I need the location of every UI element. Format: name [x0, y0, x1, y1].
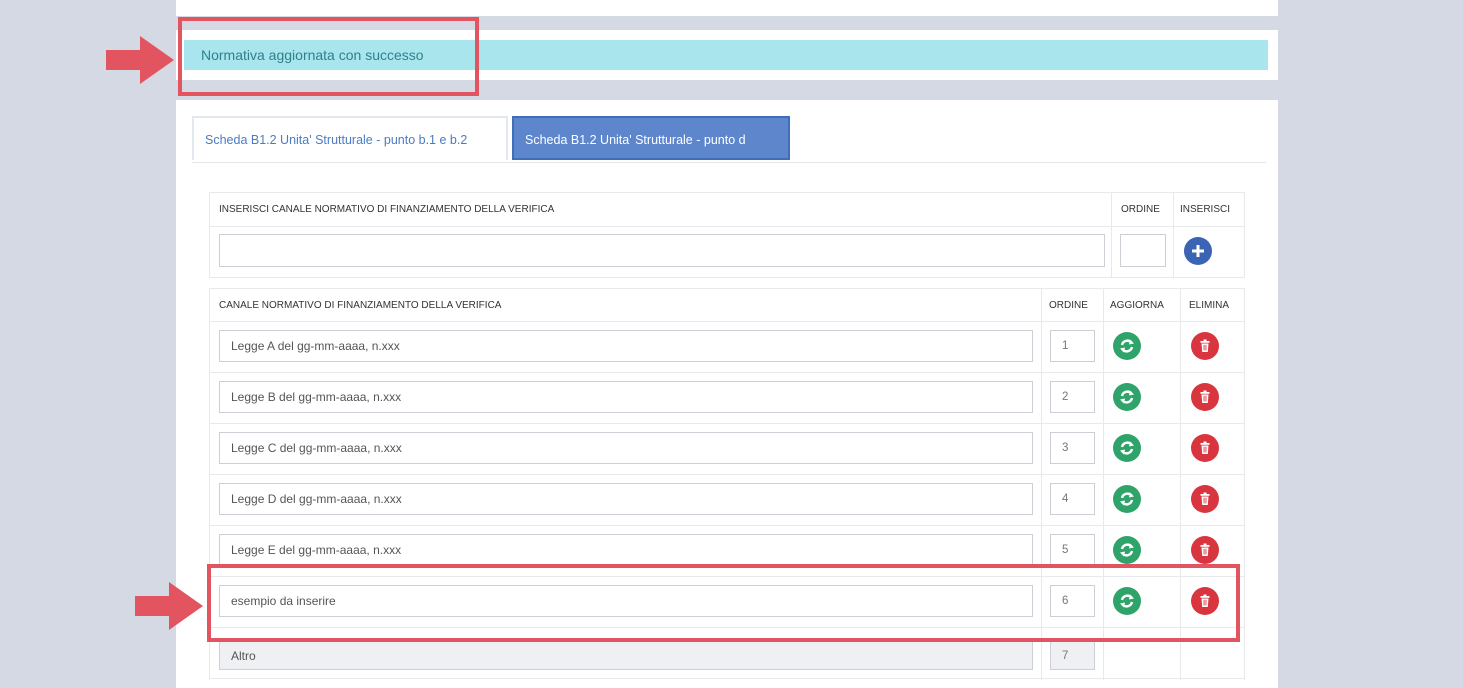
- delete-button-1[interactable]: [1191, 332, 1219, 360]
- order-input-3[interactable]: 3: [1050, 432, 1095, 464]
- refresh-icon: [1120, 339, 1134, 353]
- annotation-highlight-new-row: [207, 564, 1240, 642]
- insert-button[interactable]: [1184, 237, 1212, 265]
- delete-button-5[interactable]: [1191, 536, 1219, 564]
- update-button-2[interactable]: [1113, 383, 1141, 411]
- channel-input-5[interactable]: Legge E del gg-mm-aaaa, n.xxx: [219, 534, 1033, 566]
- order-input-4[interactable]: 4: [1050, 483, 1095, 515]
- list-order-header: ORDINE: [1049, 300, 1088, 311]
- order-input-7: 7: [1050, 640, 1095, 670]
- trash-icon: [1200, 390, 1210, 403]
- order-input-2[interactable]: 2: [1050, 381, 1095, 413]
- tab-punto-b1-b2[interactable]: Scheda B1.2 Unita' Strutturale - punto b…: [192, 116, 508, 160]
- list-update-header: AGGIORNA: [1110, 300, 1164, 311]
- refresh-icon: [1120, 390, 1134, 404]
- update-button-4[interactable]: [1113, 485, 1141, 513]
- channel-input-3[interactable]: Legge C del gg-mm-aaaa, n.xxx: [219, 432, 1033, 464]
- update-button-5[interactable]: [1113, 536, 1141, 564]
- list-delete-header: ELIMINA: [1189, 300, 1230, 311]
- channel-input-1[interactable]: Legge A del gg-mm-aaaa, n.xxx: [219, 330, 1033, 362]
- trash-icon: [1200, 339, 1210, 352]
- delete-button-2[interactable]: [1191, 383, 1219, 411]
- insert-channel-input[interactable]: [219, 234, 1105, 267]
- order-input-5[interactable]: 5: [1050, 534, 1095, 566]
- channel-input-7: Altro: [219, 640, 1033, 670]
- refresh-icon: [1120, 492, 1134, 506]
- insert-channel-header: INSERISCI CANALE NORMATIVO DI FINANZIAME…: [219, 204, 555, 215]
- order-input-1[interactable]: 1: [1050, 330, 1095, 362]
- tab-punto-d[interactable]: Scheda B1.2 Unita' Strutturale - punto d: [512, 116, 790, 160]
- insert-order-input[interactable]: [1120, 234, 1166, 267]
- annotation-arrow-icon: [135, 582, 203, 630]
- channel-input-4[interactable]: Legge D del gg-mm-aaaa, n.xxx: [219, 483, 1033, 515]
- trash-icon: [1200, 441, 1210, 454]
- channel-input-2[interactable]: Legge B del gg-mm-aaaa, n.xxx: [219, 381, 1033, 413]
- tab-bar: Scheda B1.2 Unita' Strutturale - punto b…: [192, 116, 1266, 163]
- insert-form: INSERISCI CANALE NORMATIVO DI FINANZIAME…: [209, 192, 1245, 278]
- insert-order-header: ORDINE: [1121, 204, 1160, 215]
- insert-action-header: INSERISCI: [1180, 204, 1231, 215]
- plus-icon: [1192, 245, 1204, 257]
- trash-icon: [1200, 543, 1210, 556]
- update-button-1[interactable]: [1113, 332, 1141, 360]
- trash-icon: [1200, 492, 1210, 505]
- refresh-icon: [1120, 543, 1134, 557]
- annotation-arrow-icon: [106, 36, 174, 84]
- top-panel: [176, 0, 1278, 16]
- delete-button-3[interactable]: [1191, 434, 1219, 462]
- delete-button-4[interactable]: [1191, 485, 1219, 513]
- refresh-icon: [1120, 441, 1134, 455]
- update-button-3[interactable]: [1113, 434, 1141, 462]
- list-channel-header: CANALE NORMATIVO DI FINANZIAMENTO DELLA …: [219, 300, 502, 311]
- annotation-highlight-alert: [178, 17, 479, 96]
